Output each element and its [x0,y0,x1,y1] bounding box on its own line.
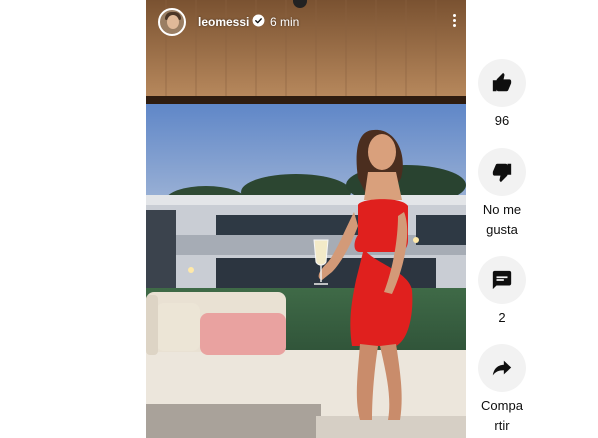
dislike-button[interactable] [478,148,526,196]
story-username[interactable]: leomessi [198,15,249,29]
avatar[interactable] [158,8,186,36]
comment-count: 2 [498,310,506,325]
share-action: Compa rtir [476,344,528,436]
like-action: 96 [476,59,528,131]
dislike-label-line2: gusta [486,222,518,237]
dislike-label-line1: No me [482,202,522,217]
story-image [146,0,466,438]
share-label-line2: rtir [494,418,510,433]
more-vertical-icon[interactable] [450,12,458,32]
comment-icon [492,270,512,290]
verified-badge-icon [252,14,265,27]
comment-action: 2 [476,256,528,328]
share-arrow-icon [492,360,512,376]
like-count: 96 [494,113,510,128]
comment-button[interactable] [478,256,526,304]
share-label-line1: Compa [481,398,523,413]
dislike-action: No me gusta [476,148,528,240]
share-button[interactable] [478,344,526,392]
story-timestamp: 6 min [270,15,300,29]
like-button[interactable] [478,59,526,107]
thumb-down-icon [492,163,512,183]
story-header: leomessi 6 min [146,0,466,44]
story-video[interactable]: leomessi 6 min [146,0,466,438]
thumb-up-icon [492,72,512,92]
